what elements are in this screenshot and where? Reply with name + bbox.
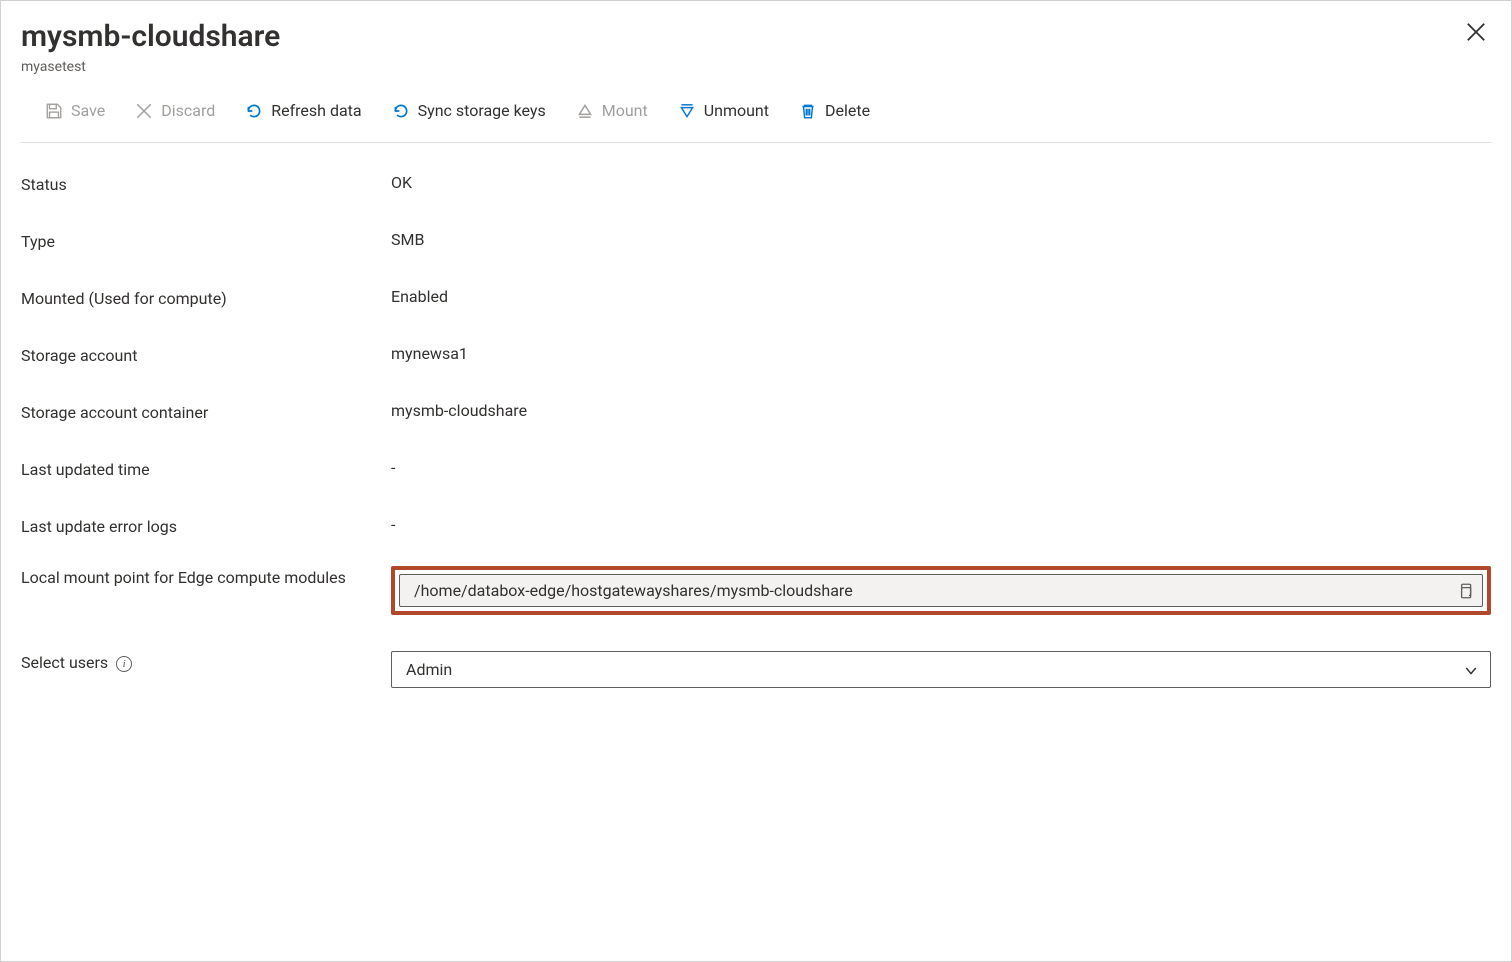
info-icon[interactable]: i: [116, 656, 132, 672]
label-type: Type: [21, 230, 391, 251]
mount-button: Mount: [562, 97, 662, 124]
copy-button[interactable]: [1456, 582, 1474, 600]
select-users-dropdown[interactable]: Admin: [391, 651, 1491, 688]
label-mounted: Mounted (Used for compute): [21, 287, 391, 308]
label-status: Status: [21, 173, 391, 194]
save-label: Save: [71, 101, 105, 120]
value-storage-account: mynewsa1: [391, 344, 1491, 363]
label-storage-account: Storage account: [21, 344, 391, 365]
delete-icon: [799, 102, 817, 120]
row-last-error: Last update error logs -: [21, 515, 1491, 536]
label-mount-point: Local mount point for Edge compute modul…: [21, 566, 391, 587]
sync-button[interactable]: Sync storage keys: [378, 97, 560, 124]
value-last-updated: -: [391, 458, 1491, 477]
close-button[interactable]: [1465, 21, 1487, 43]
mount-label: Mount: [602, 101, 648, 120]
select-users-value: Admin: [406, 660, 1456, 679]
row-storage-container: Storage account container mysmb-cloudsha…: [21, 401, 1491, 422]
label-last-error: Last update error logs: [21, 515, 391, 536]
toolbar: Save Discard Refresh data: [21, 83, 1491, 143]
discard-button: Discard: [121, 97, 229, 124]
unmount-button[interactable]: Unmount: [664, 97, 783, 124]
delete-button[interactable]: Delete: [785, 97, 884, 124]
mount-point-highlight: /home/databox-edge/hostgatewayshares/mys…: [391, 566, 1491, 615]
row-last-updated: Last updated time -: [21, 458, 1491, 479]
row-select-users: Select users i Admin: [21, 651, 1491, 688]
discard-label: Discard: [161, 101, 215, 120]
unmount-icon: [678, 102, 696, 120]
row-mount-point: Local mount point for Edge compute modul…: [21, 566, 1491, 615]
save-icon: [45, 102, 63, 120]
content: Status OK Type SMB Mounted (Used for com…: [1, 143, 1511, 744]
refresh-label: Refresh data: [271, 101, 361, 120]
save-button: Save: [31, 97, 119, 124]
discard-icon: [135, 102, 153, 120]
share-blade: mysmb-cloudshare myasetest Save: [1, 1, 1511, 961]
label-last-updated: Last updated time: [21, 458, 391, 479]
select-users-text: Select users: [21, 653, 108, 672]
close-icon: [1465, 31, 1487, 47]
row-mounted: Mounted (Used for compute) Enabled: [21, 287, 1491, 308]
mount-point-value: /home/databox-edge/hostgatewayshares/mys…: [414, 581, 1448, 600]
mount-point-field[interactable]: /home/databox-edge/hostgatewayshares/mys…: [399, 574, 1483, 607]
blade-header: mysmb-cloudshare myasetest: [1, 1, 1511, 83]
value-last-error: -: [391, 515, 1491, 534]
unmount-label: Unmount: [704, 101, 769, 120]
select-users-wrap: Admin: [391, 651, 1491, 688]
mount-icon: [576, 102, 594, 120]
chevron-down-icon: [1464, 663, 1478, 677]
sync-icon: [392, 102, 410, 120]
blade-subtitle: myasetest: [21, 59, 1483, 75]
row-type: Type SMB: [21, 230, 1491, 251]
label-select-users: Select users i: [21, 651, 391, 672]
refresh-button[interactable]: Refresh data: [231, 97, 375, 124]
value-type: SMB: [391, 230, 1491, 249]
blade-title: mysmb-cloudshare: [21, 19, 1483, 55]
delete-label: Delete: [825, 101, 870, 120]
refresh-icon: [245, 102, 263, 120]
sync-label: Sync storage keys: [418, 101, 546, 120]
value-status: OK: [391, 173, 1491, 192]
value-storage-container: mysmb-cloudshare: [391, 401, 1491, 420]
row-storage-account: Storage account mynewsa1: [21, 344, 1491, 365]
row-status: Status OK: [21, 173, 1491, 194]
value-mounted: Enabled: [391, 287, 1491, 306]
label-storage-container: Storage account container: [21, 401, 391, 422]
